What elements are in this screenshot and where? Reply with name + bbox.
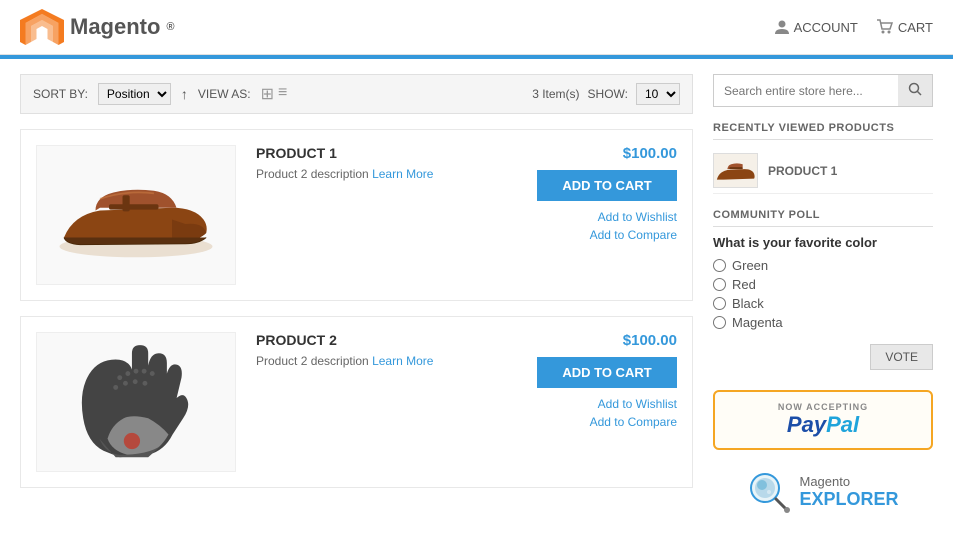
poll-radio-black[interactable] bbox=[713, 297, 726, 310]
product-1-wishlist[interactable]: Add to Wishlist bbox=[598, 210, 677, 224]
poll-option-magenta: Magenta bbox=[713, 315, 933, 330]
product-1-compare[interactable]: Add to Compare bbox=[590, 228, 677, 242]
poll-radio-red[interactable] bbox=[713, 278, 726, 291]
toolbar-right: 3 Item(s) SHOW: 10 bbox=[532, 83, 680, 105]
item-count: 3 Item(s) bbox=[532, 87, 579, 101]
vote-button[interactable]: VOTE bbox=[870, 344, 933, 370]
sort-direction[interactable]: ↑ bbox=[181, 86, 188, 102]
poll-option-red: Red bbox=[713, 277, 933, 292]
logo-text: Magento bbox=[70, 14, 160, 40]
paypal-pal: Pal bbox=[826, 412, 859, 437]
community-poll-section: COMMUNITY POLL What is your favorite col… bbox=[713, 209, 933, 370]
poll-question: What is your favorite color bbox=[713, 235, 933, 250]
product-1-actions: $100.00 ADD TO CART Add to Wishlist Add … bbox=[537, 145, 677, 245]
poll-radio-magenta[interactable] bbox=[713, 316, 726, 329]
sort-by-label: SORT BY: bbox=[33, 87, 88, 101]
poll-radio-green[interactable] bbox=[713, 259, 726, 272]
explorer-icon bbox=[747, 470, 791, 514]
product-2-learn-more[interactable]: Learn More bbox=[372, 354, 433, 368]
paypal-box: NOW ACCEPTING PayPal bbox=[713, 390, 933, 450]
product-1-desc: Product 2 description Learn More bbox=[256, 167, 517, 181]
product-2-wishlist[interactable]: Add to Wishlist bbox=[598, 397, 677, 411]
search-icon bbox=[908, 82, 922, 96]
rv-shoe-image bbox=[713, 153, 758, 188]
recently-viewed-title: RECENTLY VIEWED PRODUCTS bbox=[713, 122, 933, 140]
rv-shoe-svg bbox=[714, 156, 757, 186]
toolbar: SORT BY: Position ↑ VIEW AS: 3 Item(s) S… bbox=[20, 74, 693, 114]
search-input[interactable] bbox=[714, 75, 898, 106]
top-nav: ACCOUNT CART bbox=[774, 19, 933, 35]
sidebar: RECENTLY VIEWED PRODUCTS PRODUCT 1 COMMU… bbox=[713, 74, 933, 514]
product-2-name: PRODUCT 2 bbox=[256, 332, 517, 348]
community-poll-title: COMMUNITY POLL bbox=[713, 209, 933, 227]
magento-explorer: Magento EXPLORER bbox=[713, 470, 933, 514]
paypal-pay: Pay bbox=[787, 412, 826, 437]
product-2-desc: Product 2 description Learn More bbox=[256, 354, 517, 368]
product-2-actions: $100.00 ADD TO CART Add to Wishlist Add … bbox=[537, 332, 677, 432]
account-label: ACCOUNT bbox=[794, 20, 858, 35]
grid-view-icon[interactable] bbox=[261, 84, 274, 104]
main-container: SORT BY: Position ↑ VIEW AS: 3 Item(s) S… bbox=[0, 59, 953, 529]
magento-logo-icon bbox=[20, 9, 64, 45]
product-item: PRODUCT 2 Product 2 description Learn Mo… bbox=[20, 316, 693, 488]
product-2-price: $100.00 bbox=[537, 332, 677, 349]
shoe-image-svg bbox=[46, 160, 226, 270]
product-1-action-list: Add to Wishlist Add to Compare bbox=[537, 209, 677, 242]
search-button[interactable] bbox=[898, 75, 932, 106]
rv-product-name: PRODUCT 1 bbox=[768, 164, 837, 178]
show-select[interactable]: 10 bbox=[636, 83, 680, 105]
poll-option-green: Green bbox=[713, 258, 933, 273]
explorer-label: EXPLORER bbox=[799, 489, 898, 510]
account-icon bbox=[774, 19, 790, 35]
poll-option-black: Black bbox=[713, 296, 933, 311]
product-1-name: PRODUCT 1 bbox=[256, 145, 517, 161]
product-2-compare[interactable]: Add to Compare bbox=[590, 415, 677, 429]
paypal-logo: PayPal bbox=[729, 412, 917, 438]
product-1-price: $100.00 bbox=[537, 145, 677, 162]
glove-image-svg bbox=[46, 337, 226, 467]
paypal-now-label: NOW ACCEPTING bbox=[729, 402, 917, 412]
recently-viewed-item: PRODUCT 1 bbox=[713, 148, 933, 194]
logo-reg: ® bbox=[166, 21, 174, 33]
account-link[interactable]: ACCOUNT bbox=[774, 19, 858, 35]
poll-label-magenta: Magenta bbox=[732, 315, 783, 330]
logo[interactable]: Magento ® bbox=[20, 9, 174, 45]
poll-options: Green Red Black Magenta bbox=[713, 258, 933, 330]
product-2-info: PRODUCT 2 Product 2 description Learn Mo… bbox=[256, 332, 517, 376]
explorer-text: Magento EXPLORER bbox=[799, 474, 898, 510]
product-1-image bbox=[36, 145, 236, 285]
content-area: SORT BY: Position ↑ VIEW AS: 3 Item(s) S… bbox=[20, 74, 693, 514]
list-view-icon[interactable] bbox=[278, 84, 287, 104]
header: Magento ® ACCOUNT CART bbox=[0, 0, 953, 55]
magento-explorer-label: Magento bbox=[799, 474, 898, 489]
poll-label-red: Red bbox=[732, 277, 756, 292]
cart-label: CART bbox=[898, 20, 933, 35]
product-1-info: PRODUCT 1 Product 2 description Learn Mo… bbox=[256, 145, 517, 189]
product-1-learn-more[interactable]: Learn More bbox=[372, 167, 433, 181]
product-1-add-to-cart[interactable]: ADD TO CART bbox=[537, 170, 677, 201]
show-label: SHOW: bbox=[588, 87, 628, 101]
product-item: PRODUCT 1 Product 2 description Learn Mo… bbox=[20, 129, 693, 301]
product-2-image bbox=[36, 332, 236, 472]
search-box bbox=[713, 74, 933, 107]
product-2-add-to-cart[interactable]: ADD TO CART bbox=[537, 357, 677, 388]
cart-link[interactable]: CART bbox=[876, 19, 933, 35]
poll-label-black: Black bbox=[732, 296, 764, 311]
recently-viewed-section: RECENTLY VIEWED PRODUCTS PRODUCT 1 bbox=[713, 122, 933, 194]
view-as-label: VIEW AS: bbox=[198, 87, 251, 101]
view-icons bbox=[261, 84, 288, 104]
poll-label-green: Green bbox=[732, 258, 768, 273]
cart-icon bbox=[876, 19, 894, 35]
product-2-action-list: Add to Wishlist Add to Compare bbox=[537, 396, 677, 429]
sort-select[interactable]: Position bbox=[98, 83, 171, 105]
